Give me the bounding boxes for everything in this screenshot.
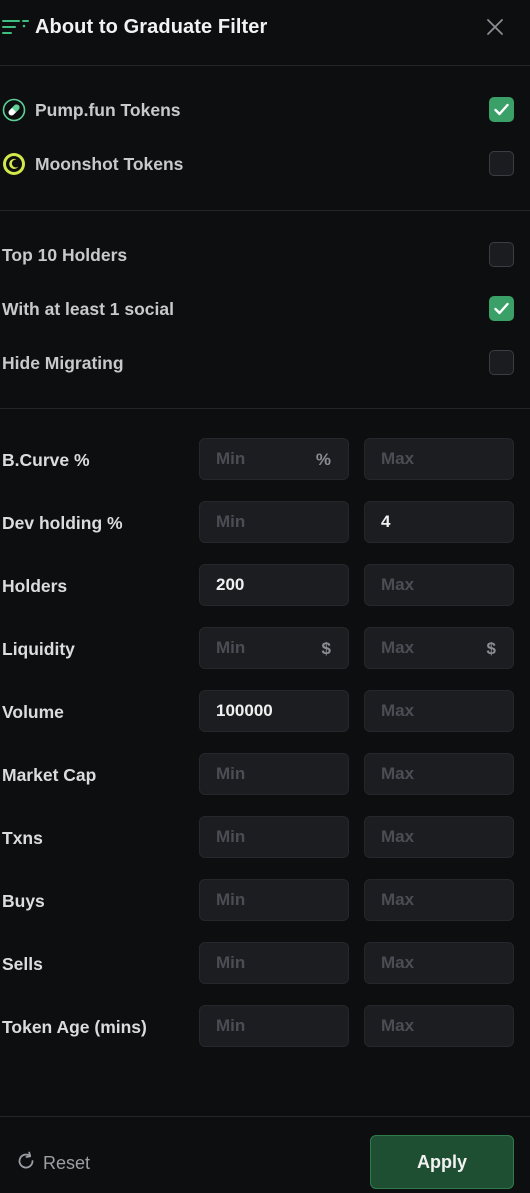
min-input[interactable] — [200, 880, 348, 920]
max-field[interactable] — [364, 753, 514, 795]
max-field[interactable] — [364, 942, 514, 984]
panel-footer: Reset Apply — [0, 1116, 530, 1193]
section-divider — [0, 210, 530, 211]
reset-button[interactable]: Reset — [15, 1151, 90, 1175]
filter-lines-icon — [2, 17, 30, 37]
platform-label: Pump.fun Tokens — [35, 100, 181, 120]
filter-panel: About to Graduate Filter Pump.fun Tokens — [0, 0, 530, 1193]
min-input[interactable] — [200, 943, 348, 983]
max-field[interactable] — [364, 438, 514, 480]
moon-icon — [2, 152, 26, 176]
min-input[interactable] — [200, 1006, 348, 1046]
min-field[interactable]: % — [199, 438, 349, 480]
range-row: Market Cap — [0, 753, 530, 795]
range-row: Dev holding % — [0, 501, 530, 543]
range-row: Volume — [0, 690, 530, 732]
range-row: Txns — [0, 816, 530, 858]
min-field[interactable] — [199, 816, 349, 858]
min-input[interactable] — [200, 565, 348, 605]
max-input[interactable] — [365, 565, 513, 605]
max-field[interactable] — [364, 564, 514, 606]
max-field[interactable] — [364, 816, 514, 858]
range-row: Buys — [0, 879, 530, 921]
max-input[interactable] — [365, 502, 513, 542]
max-field[interactable] — [364, 690, 514, 732]
max-field[interactable]: $ — [364, 627, 514, 669]
max-input[interactable] — [365, 439, 513, 479]
min-field[interactable] — [199, 879, 349, 921]
toggle-label: Top 10 Holders — [2, 245, 128, 265]
range-label: B.Curve % — [2, 450, 90, 470]
platform-label: Moonshot Tokens — [35, 154, 184, 174]
min-field[interactable] — [199, 501, 349, 543]
min-field[interactable] — [199, 564, 349, 606]
min-field[interactable] — [199, 690, 349, 732]
range-label: Sells — [2, 954, 43, 974]
toggle-row-top10[interactable]: Top 10 Holders — [0, 235, 530, 275]
min-field[interactable] — [199, 1005, 349, 1047]
toggle-label: With at least 1 social — [2, 299, 174, 319]
min-input[interactable] — [200, 502, 348, 542]
min-input[interactable] — [200, 817, 348, 857]
panel-header: About to Graduate Filter — [0, 0, 530, 66]
max-field[interactable] — [364, 501, 514, 543]
range-label: Txns — [2, 828, 43, 848]
platform-row-pumpfun[interactable]: Pump.fun Tokens — [0, 90, 530, 130]
range-row: Liquidity $ $ — [0, 627, 530, 669]
top10-holders-checkbox[interactable] — [489, 242, 514, 267]
min-input[interactable] — [200, 754, 348, 794]
range-label: Liquidity — [2, 639, 75, 659]
range-label: Holders — [2, 576, 68, 596]
min-input[interactable] — [200, 691, 348, 731]
panel-title: About to Graduate Filter — [35, 16, 268, 38]
max-input[interactable] — [365, 1006, 513, 1046]
min-field[interactable] — [199, 942, 349, 984]
toggle-label: Hide Migrating — [2, 353, 124, 373]
toggle-row-hide-migrating[interactable]: Hide Migrating — [0, 343, 530, 383]
close-icon[interactable] — [484, 16, 506, 38]
platform-row-moonshot[interactable]: Moonshot Tokens — [0, 144, 530, 184]
social-checkbox[interactable] — [489, 296, 514, 321]
max-field[interactable] — [364, 1005, 514, 1047]
range-row: Token Age (mins) — [0, 1005, 530, 1047]
min-field[interactable] — [199, 753, 349, 795]
toggle-row-social[interactable]: With at least 1 social — [0, 289, 530, 329]
apply-button[interactable]: Apply — [370, 1135, 514, 1189]
reset-label: Reset — [43, 1152, 91, 1173]
range-row: Holders — [0, 564, 530, 606]
min-field[interactable]: $ — [199, 627, 349, 669]
range-row: Sells — [0, 942, 530, 984]
range-label: Buys — [2, 891, 45, 911]
max-field[interactable] — [364, 879, 514, 921]
range-row: B.Curve %% — [0, 438, 530, 480]
range-label: Volume — [2, 702, 64, 722]
range-label: Token Age (mins) — [2, 1017, 147, 1037]
max-input[interactable] — [365, 691, 513, 731]
min-unit-suffix: % — [315, 450, 331, 469]
range-label: Market Cap — [2, 765, 97, 785]
pumpfun-checkbox[interactable] — [489, 97, 514, 122]
hide-migrating-checkbox[interactable] — [489, 350, 514, 375]
range-label: Dev holding % — [2, 513, 123, 533]
max-unit-suffix: $ — [486, 639, 496, 658]
moonshot-checkbox[interactable] — [489, 151, 514, 176]
max-input[interactable] — [365, 880, 513, 920]
section-divider — [0, 408, 530, 409]
min-unit-suffix: $ — [321, 639, 331, 658]
max-input[interactable] — [365, 817, 513, 857]
refresh-icon — [15, 1150, 37, 1177]
max-input[interactable] — [365, 754, 513, 794]
max-input[interactable] — [365, 943, 513, 983]
pill-icon — [2, 98, 26, 122]
